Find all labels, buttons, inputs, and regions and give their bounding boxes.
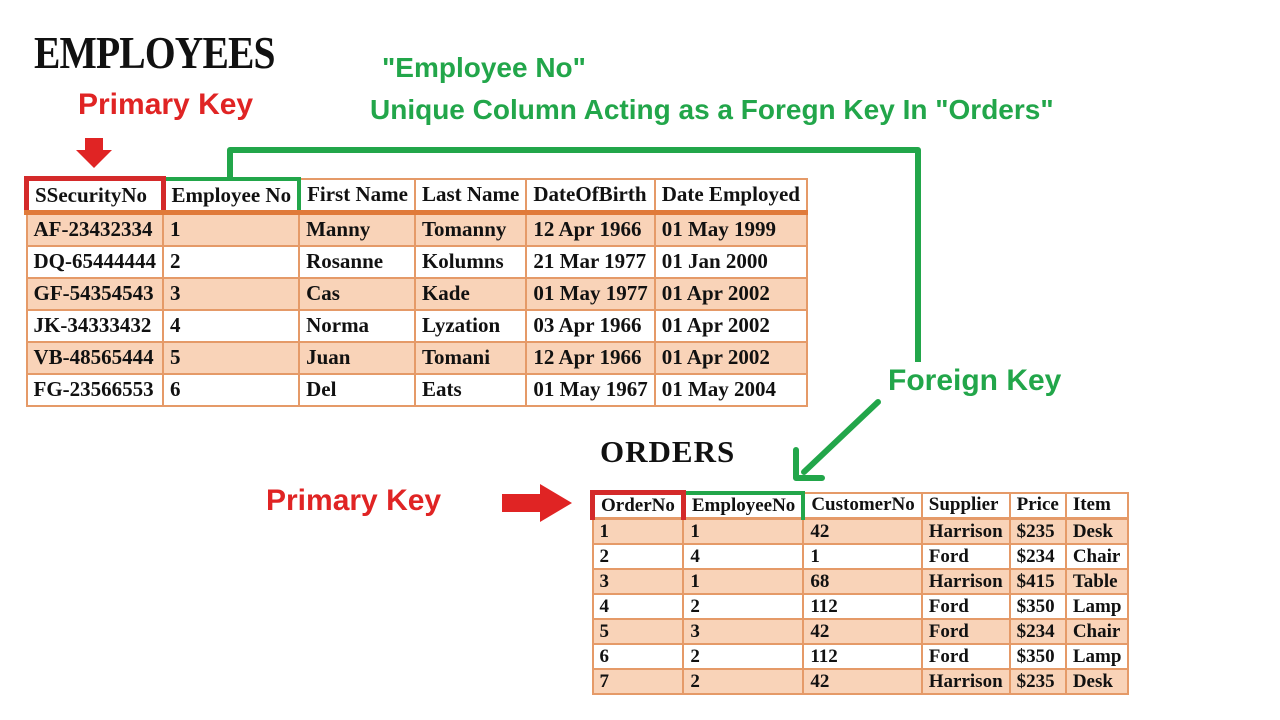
red-down-arrow-icon <box>76 138 112 168</box>
foreign-key-connector-line <box>227 147 921 362</box>
arrows-overlay <box>76 138 921 522</box>
red-right-arrow-icon <box>502 484 572 522</box>
green-diagonal-arrow-icon <box>793 399 881 481</box>
